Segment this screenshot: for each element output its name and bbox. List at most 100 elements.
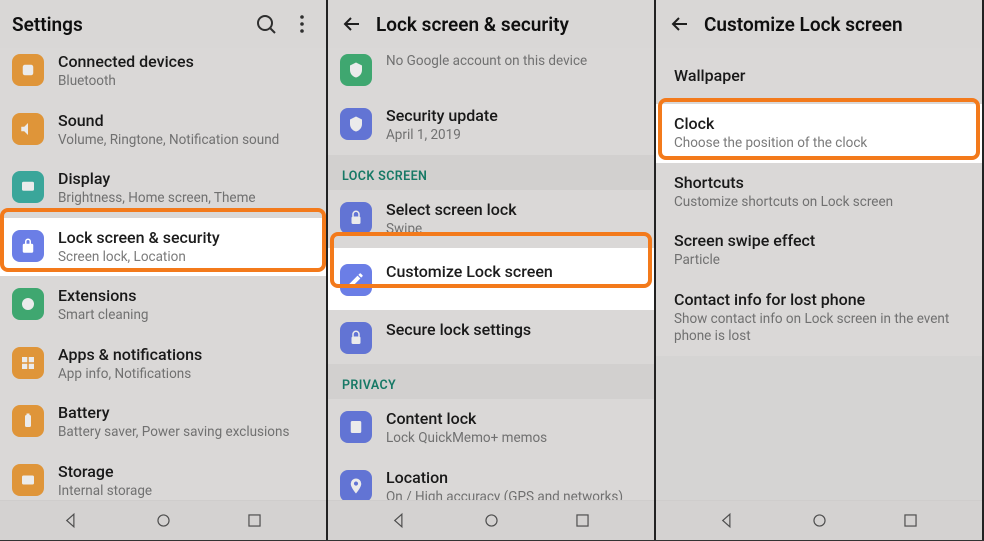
overflow-icon[interactable]: [290, 12, 314, 36]
nav-recent-button[interactable]: [235, 501, 275, 541]
section-header-privacy: PRIVACY: [328, 364, 654, 399]
item-title: Location: [386, 468, 640, 488]
item-title: Connected devices: [58, 52, 312, 72]
item-title: Shortcuts: [674, 173, 968, 193]
settings-item-sound[interactable]: SoundVolume, Ringtone, Notification soun…: [0, 101, 326, 160]
search-icon[interactable]: [254, 12, 278, 36]
item-title: Wallpaper: [674, 66, 968, 86]
item-select-screen-lock[interactable]: Select screen lockSwipe: [328, 190, 654, 249]
item-title: Apps & notifications: [58, 345, 312, 365]
lock-screen-security-panel: Lock screen & security No Google account…: [328, 0, 656, 540]
page-title: Settings: [12, 13, 242, 36]
header: Settings: [0, 0, 326, 48]
item-title: Secure lock settings: [386, 320, 640, 340]
security-update-icon: [340, 108, 372, 140]
settings-item-apps-notifications[interactable]: Apps & notificationsApp info, Notificati…: [0, 335, 326, 394]
header: Customize Lock screen: [656, 0, 982, 48]
item-title: Content lock: [386, 409, 640, 429]
item-title: Customize Lock screen: [386, 262, 640, 282]
item-secure-lock-settings[interactable]: Secure lock settings: [328, 310, 654, 364]
settings-item-extensions[interactable]: ExtensionsSmart cleaning: [0, 276, 326, 335]
settings-item-connected-devices[interactable]: Connected devicesBluetooth: [0, 48, 326, 101]
item-subtitle: No Google account on this device: [386, 53, 640, 71]
connected-devices-icon: [12, 54, 44, 86]
settings-item-display[interactable]: DisplayBrightness, Home screen, Theme: [0, 159, 326, 218]
location-icon: [340, 470, 372, 500]
item-title: Sound: [58, 111, 312, 131]
item-subtitle: Lock QuickMemo+ memos: [386, 430, 640, 448]
item-clock[interactable]: ClockChoose the position of the clock: [656, 104, 982, 163]
lock-icon: [12, 230, 44, 262]
nav-recent-button[interactable]: [563, 501, 603, 541]
item-shortcuts[interactable]: ShortcutsCustomize shortcuts on Lock scr…: [656, 163, 982, 222]
item-subtitle: Battery saver, Power saving exclusions: [58, 424, 312, 442]
lock-screen-list: No Google account on this device Securit…: [328, 48, 654, 500]
item-title: Clock: [674, 114, 968, 134]
customize-list: Wallpaper ClockChoose the position of th…: [656, 48, 982, 500]
settings-item-lock-screen-security[interactable]: Lock screen & securityScreen lock, Locat…: [0, 218, 326, 277]
back-arrow-icon[interactable]: [340, 12, 364, 36]
android-navbar: [656, 500, 982, 540]
header: Lock screen & security: [328, 0, 654, 48]
item-content-lock[interactable]: Content lockLock QuickMemo+ memos: [328, 399, 654, 458]
item-title: Storage: [58, 462, 312, 482]
battery-icon: [12, 405, 44, 437]
screen-lock-icon: [340, 202, 372, 234]
item-subtitle: Customize shortcuts on Lock screen: [674, 194, 968, 212]
item-title: Battery: [58, 403, 312, 423]
item-subtitle: App info, Notifications: [58, 366, 312, 384]
item-subtitle: On / High accuracy (GPS and networks): [386, 489, 640, 500]
item-subtitle: Smart cleaning: [58, 307, 312, 325]
android-navbar: [0, 500, 326, 540]
nav-back-button[interactable]: [380, 501, 420, 541]
item-customize-lock-screen[interactable]: Customize Lock screen: [328, 248, 654, 310]
nav-back-button[interactable]: [708, 501, 748, 541]
item-title: Screen swipe effect: [674, 231, 968, 251]
item-google-play-protect[interactable]: No Google account on this device: [328, 48, 654, 96]
item-screen-swipe-effect[interactable]: Screen swipe effectParticle: [656, 221, 982, 280]
sound-icon: [12, 113, 44, 145]
item-wallpaper[interactable]: Wallpaper: [656, 48, 982, 104]
back-arrow-icon[interactable]: [668, 12, 692, 36]
nav-back-button[interactable]: [52, 501, 92, 541]
settings-item-storage[interactable]: StorageInternal storage: [0, 452, 326, 500]
storage-icon: [12, 464, 44, 496]
nav-home-button[interactable]: [143, 501, 183, 541]
android-navbar: [328, 500, 654, 540]
nav-recent-button[interactable]: [891, 501, 931, 541]
section-header-lock-screen: LOCK SCREEN: [328, 155, 654, 190]
item-subtitle: Choose the position of the clock: [674, 135, 968, 153]
display-icon: [12, 171, 44, 203]
customize-lock-screen-panel: Customize Lock screen Wallpaper ClockCho…: [656, 0, 984, 540]
item-subtitle: Particle: [674, 252, 968, 270]
settings-item-battery[interactable]: BatteryBattery saver, Power saving exclu…: [0, 393, 326, 452]
item-contact-info[interactable]: Contact info for lost phoneShow contact …: [656, 280, 982, 356]
item-title: Security update: [386, 106, 640, 126]
apps-icon: [12, 347, 44, 379]
item-title: Extensions: [58, 286, 312, 306]
page-title: Lock screen & security: [376, 13, 642, 36]
nav-home-button[interactable]: [799, 501, 839, 541]
customize-icon: [340, 264, 372, 296]
nav-home-button[interactable]: [471, 501, 511, 541]
item-subtitle: April 1, 2019: [386, 127, 640, 145]
item-security-update[interactable]: Security updateApril 1, 2019: [328, 96, 654, 155]
item-title: Display: [58, 169, 312, 189]
page-title: Customize Lock screen: [704, 13, 970, 36]
item-title: Lock screen & security: [58, 228, 312, 248]
item-subtitle: Internal storage: [58, 483, 312, 500]
extensions-icon: [12, 288, 44, 320]
item-subtitle: Screen lock, Location: [58, 249, 312, 267]
item-title: Contact info for lost phone: [674, 290, 968, 310]
settings-panel: Settings Connected devicesBluetooth Soun…: [0, 0, 328, 540]
item-subtitle: Bluetooth: [58, 73, 312, 91]
item-subtitle: Show contact info on Lock screen in the …: [674, 311, 968, 346]
content-lock-icon: [340, 411, 372, 443]
item-title: Select screen lock: [386, 200, 640, 220]
item-subtitle: Volume, Ringtone, Notification sound: [58, 132, 312, 150]
item-location[interactable]: LocationOn / High accuracy (GPS and netw…: [328, 458, 654, 500]
play-protect-icon: [340, 54, 372, 86]
secure-lock-icon: [340, 322, 372, 354]
item-subtitle: Swipe: [386, 221, 640, 239]
settings-list: Connected devicesBluetooth SoundVolume, …: [0, 48, 326, 500]
